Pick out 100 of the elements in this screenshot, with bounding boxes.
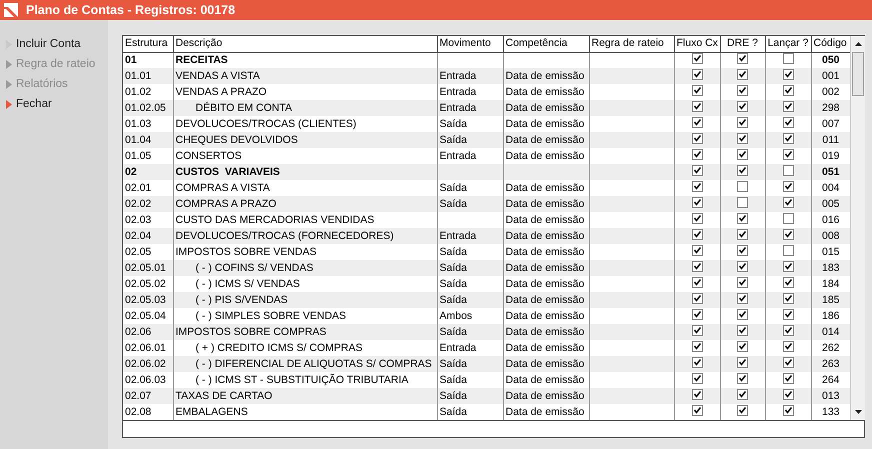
checkbox[interactable] [782,116,794,128]
table-cell: Saída [440,326,467,338]
table-cell: 007 [822,118,840,130]
checkbox[interactable] [692,148,702,160]
checkbox[interactable] [692,388,702,400]
checkbox[interactable] [692,100,702,112]
checkbox[interactable] [782,196,794,208]
sidebar-menu-item[interactable]: Incluir Conta [16,34,81,54]
checkbox[interactable] [692,68,702,80]
checkbox[interactable] [692,84,702,96]
checkbox[interactable] [737,228,748,240]
checkbox[interactable] [737,276,748,288]
checkbox[interactable] [692,324,702,336]
table-cell: COMPRAS A PRAZO [176,198,276,210]
sidebar-menu-item[interactable]: Fechar [16,94,52,114]
table-cell: CHEQUES DEVOLVIDOS [176,134,298,146]
checkbox[interactable] [692,228,702,240]
checkbox[interactable] [782,340,794,352]
checkbox[interactable] [737,84,748,96]
checkbox[interactable] [737,340,748,352]
table-cell: Entrada [440,150,476,162]
checkbox[interactable] [692,404,702,416]
column-header[interactable]: Regra de rateio [589,36,674,52]
checkbox[interactable] [737,68,748,80]
checkbox[interactable] [737,52,748,64]
checkbox[interactable] [782,388,794,400]
table-cell: Data de emissão [506,134,584,146]
checkbox[interactable] [737,404,748,416]
table-cell: 263 [822,358,840,370]
checkbox[interactable] [692,132,702,144]
checkbox[interactable] [782,180,794,192]
checkbox[interactable] [782,308,794,320]
table-cell: Data de emissão [506,102,584,114]
checkbox[interactable] [782,404,794,416]
checkbox[interactable] [692,212,702,224]
column-header[interactable]: Movimento [437,36,503,52]
checkbox[interactable] [692,356,702,368]
column-header[interactable]: Lançar ? [765,36,811,52]
checkbox[interactable] [782,68,794,80]
table-cell: 01.02 [123,84,173,100]
checkbox[interactable] [782,292,794,304]
checkbox[interactable] [782,228,794,240]
column-header[interactable]: Descrição [173,36,437,52]
checkbox[interactable] [782,356,794,368]
checkbox[interactable] [692,308,702,320]
checkbox[interactable] [692,180,702,192]
checkbox[interactable] [782,132,794,144]
checkbox[interactable] [782,260,794,272]
checkbox[interactable] [692,244,702,256]
column-header[interactable]: Competência [503,36,589,52]
column-header[interactable]: Fluxo Cx [674,36,720,52]
table-cell: 133 [822,406,840,418]
checkbox[interactable] [737,196,748,208]
checkbox[interactable] [737,308,748,320]
table-cell: 015 [822,246,840,258]
checkbox[interactable] [782,276,794,288]
checkbox[interactable] [782,164,794,176]
checkbox[interactable] [692,292,702,304]
app-logo-icon [4,3,18,17]
table-cell: 184 [822,278,840,290]
checkbox[interactable] [692,116,702,128]
checkbox[interactable] [737,260,748,272]
checkbox[interactable] [782,84,794,96]
checkbox[interactable] [737,148,748,160]
scroll-thumb[interactable] [852,52,864,96]
checkbox[interactable] [737,164,748,176]
checkbox[interactable] [692,340,702,352]
checkbox[interactable] [782,372,794,384]
checkbox[interactable] [737,388,748,400]
checkbox[interactable] [737,244,748,256]
table-cell: Data de emissão [506,278,584,290]
table-cell: 02.01 [123,180,173,196]
checkbox[interactable] [737,132,748,144]
checkbox[interactable] [692,164,702,176]
checkbox[interactable] [737,324,748,336]
checkbox[interactable] [782,148,794,160]
checkbox[interactable] [782,244,794,256]
column-header[interactable]: DRE ? [720,36,765,52]
checkbox[interactable] [737,292,748,304]
table-cell: Data de emissão [506,326,584,338]
checkbox[interactable] [737,212,748,224]
checkbox[interactable] [692,52,702,64]
table-cell: 01 [123,52,173,68]
table-cell: 02.06.01 [123,340,173,356]
table-cell: CONSERTOS [176,150,242,162]
checkbox[interactable] [737,356,748,368]
checkbox[interactable] [782,100,794,112]
checkbox[interactable] [782,212,794,224]
checkbox[interactable] [692,372,702,384]
checkbox[interactable] [737,372,748,384]
checkbox[interactable] [692,260,702,272]
checkbox[interactable] [692,276,702,288]
checkbox[interactable] [737,100,748,112]
scrollbar[interactable] [850,36,865,420]
checkbox[interactable] [737,116,748,128]
column-header[interactable]: Estrutura [123,36,173,52]
checkbox[interactable] [692,196,702,208]
checkbox[interactable] [782,52,794,64]
checkbox[interactable] [782,324,794,336]
checkbox[interactable] [737,180,748,192]
